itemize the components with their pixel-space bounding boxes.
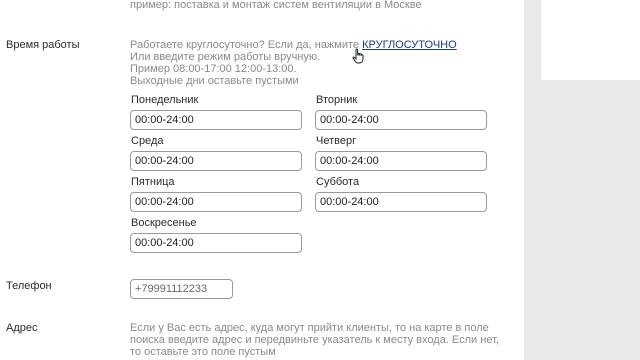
hours-input-sunday[interactable] (130, 233, 302, 253)
address-hint-line: то оставьте это поле пустым (130, 346, 276, 358)
address-hint-line: Если у Вас есть адрес, куда могут прийти… (130, 322, 489, 334)
hours-input-thursday[interactable] (315, 151, 487, 171)
hours-input-friday[interactable] (130, 192, 302, 212)
day-label-monday: Понедельник (131, 94, 199, 106)
phone-input[interactable] (130, 279, 233, 299)
hours-example-hint: Пример 08:00-17:00 12:00-13:00. (130, 63, 297, 75)
hours-input-monday[interactable] (130, 110, 302, 130)
hours-input-wednesday[interactable] (130, 151, 302, 171)
working-hours-hint: Работаете круглосуточно? Если да, нажмит… (130, 39, 490, 87)
form-panel: пример: поставка и монтаж систем вентиля… (0, 0, 524, 360)
round-the-clock-link[interactable]: КРУГЛОСУТОЧНО (362, 39, 457, 51)
day-label-friday: Пятница (131, 176, 175, 188)
hours-input-saturday[interactable] (315, 192, 487, 212)
day-label-saturday: Суббота (316, 176, 360, 188)
hand-pointer-icon (352, 48, 364, 64)
name-example-hint: пример: поставка и монтаж систем вентиля… (130, 0, 422, 11)
hours-input-tuesday[interactable] (315, 110, 487, 130)
day-label-wednesday: Среда (131, 135, 164, 147)
phone-label: Телефон (6, 280, 52, 292)
address-hint: Если у Вас есть адрес, куда могут прийти… (130, 322, 510, 358)
side-panel-card (541, 0, 640, 80)
day-label-tuesday: Вторник (316, 94, 358, 106)
round-the-clock-prompt: Работаете круглосуточно? Если да, нажмит… (130, 39, 360, 51)
address-hint-line: поиска введите адрес и передвиньте указа… (130, 334, 499, 346)
days-off-hint: Выходные дни оставьте пустыми (130, 75, 299, 87)
day-label-thursday: Четверг (316, 135, 357, 147)
working-hours-label: Время работы (6, 39, 80, 51)
address-label: Адрес (6, 322, 38, 334)
manual-entry-hint: Или введите режим работы вручную. (130, 51, 321, 63)
day-label-sunday: Воскресенье (131, 217, 197, 229)
